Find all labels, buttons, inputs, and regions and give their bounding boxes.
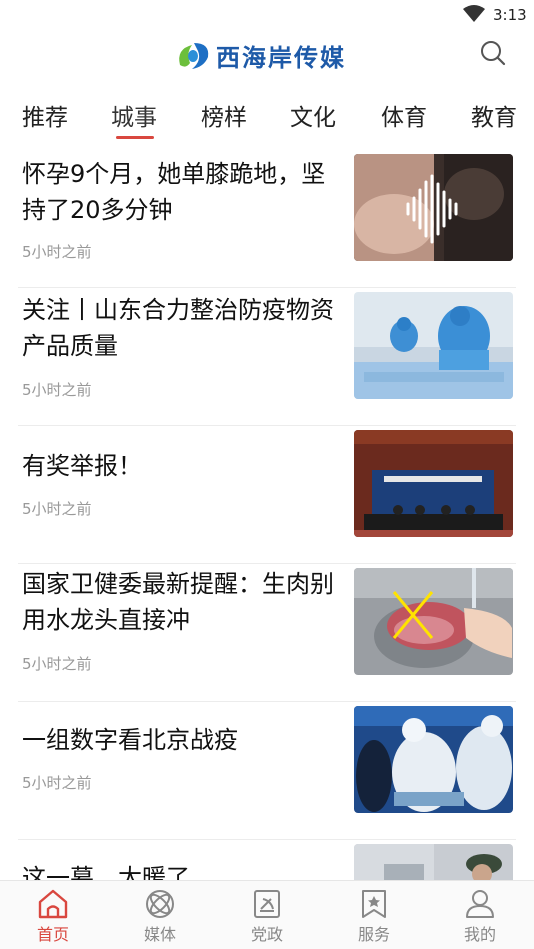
search-icon[interactable] bbox=[478, 38, 508, 68]
app-logo: 西海岸传媒 bbox=[174, 38, 346, 73]
news-title[interactable]: 国家卫健委最新提醒：生肉别用水龙头直接冲 bbox=[22, 566, 338, 638]
profile-icon bbox=[466, 890, 494, 918]
nav-label: 首页 bbox=[36, 925, 69, 944]
news-thumbnail[interactable] bbox=[354, 292, 513, 399]
media-icon bbox=[146, 890, 174, 918]
nav-home[interactable]: 首页 bbox=[23, 889, 83, 947]
news-title[interactable]: 怀孕9个月，她单膝跪地，坚持了20多分钟 bbox=[22, 156, 338, 228]
news-time: 5小时之前 bbox=[22, 243, 92, 261]
news-thumbnail[interactable] bbox=[354, 706, 513, 813]
nav-label: 媒体 bbox=[143, 925, 176, 944]
category-tabs: 推荐 城事 榜样 文化 体育 教育 bbox=[0, 92, 534, 142]
tab-city[interactable]: 城事 bbox=[111, 98, 157, 132]
tab-role-models[interactable]: 榜样 bbox=[201, 98, 247, 132]
news-item[interactable]: 国家卫健委最新提醒：生肉别用水龙头直接冲 5小时之前 bbox=[18, 564, 516, 702]
nav-party[interactable]: 党政 bbox=[237, 889, 297, 947]
bottom-nav: 首页 媒体 党政 服务 我的 bbox=[0, 880, 534, 949]
news-list: 怀孕9个月，她单膝跪地，坚持了20多分钟 5小时之前 关注丨山东合力整治防疫物资… bbox=[0, 150, 534, 880]
tab-sports[interactable]: 体育 bbox=[381, 98, 427, 132]
news-time: 5小时之前 bbox=[22, 500, 92, 518]
home-icon bbox=[38, 889, 68, 919]
news-item[interactable]: 有奖举报！ 5小时之前 bbox=[18, 426, 516, 564]
status-bar: 3:13 bbox=[0, 0, 534, 30]
tab-recommend[interactable]: 推荐 bbox=[22, 98, 68, 132]
party-icon bbox=[254, 890, 280, 918]
tab-education[interactable]: 教育 bbox=[471, 98, 517, 132]
logo-text: 西海岸传媒 bbox=[216, 44, 346, 72]
app-header: 西海岸传媒 bbox=[0, 30, 534, 80]
news-item[interactable]: 这一幕，太暖了 bbox=[18, 840, 516, 880]
status-time: 3:13 bbox=[493, 6, 527, 24]
news-item[interactable]: 怀孕9个月，她单膝跪地，坚持了20多分钟 5小时之前 bbox=[18, 150, 516, 288]
logo-mark-icon bbox=[179, 42, 209, 69]
news-time: 5小时之前 bbox=[22, 381, 92, 399]
nav-profile[interactable]: 我的 bbox=[450, 889, 510, 947]
active-tab-indicator bbox=[116, 136, 154, 139]
news-thumbnail[interactable] bbox=[354, 430, 513, 537]
news-thumbnail[interactable] bbox=[354, 154, 513, 261]
nav-label: 我的 bbox=[463, 925, 496, 944]
news-title[interactable]: 这一幕，太暖了 bbox=[22, 860, 338, 880]
news-item[interactable]: 一组数字看北京战疫 5小时之前 bbox=[18, 702, 516, 840]
news-title[interactable]: 关注丨山东合力整治防疫物资产品质量 bbox=[22, 292, 338, 364]
news-title[interactable]: 有奖举报！ bbox=[22, 448, 338, 484]
news-thumbnail[interactable] bbox=[354, 844, 513, 880]
nav-service[interactable]: 服务 bbox=[344, 889, 404, 947]
news-item[interactable]: 关注丨山东合力整治防疫物资产品质量 5小时之前 bbox=[18, 288, 516, 426]
news-time: 5小时之前 bbox=[22, 774, 92, 792]
service-icon bbox=[362, 890, 386, 918]
wifi-icon bbox=[463, 5, 485, 22]
news-title[interactable]: 一组数字看北京战疫 bbox=[22, 722, 338, 758]
nav-label: 党政 bbox=[250, 925, 283, 944]
nav-label: 服务 bbox=[357, 925, 390, 944]
news-time: 5小时之前 bbox=[22, 655, 92, 673]
news-thumbnail[interactable] bbox=[354, 568, 513, 675]
tab-culture[interactable]: 文化 bbox=[290, 98, 336, 132]
nav-media[interactable]: 媒体 bbox=[130, 889, 190, 947]
